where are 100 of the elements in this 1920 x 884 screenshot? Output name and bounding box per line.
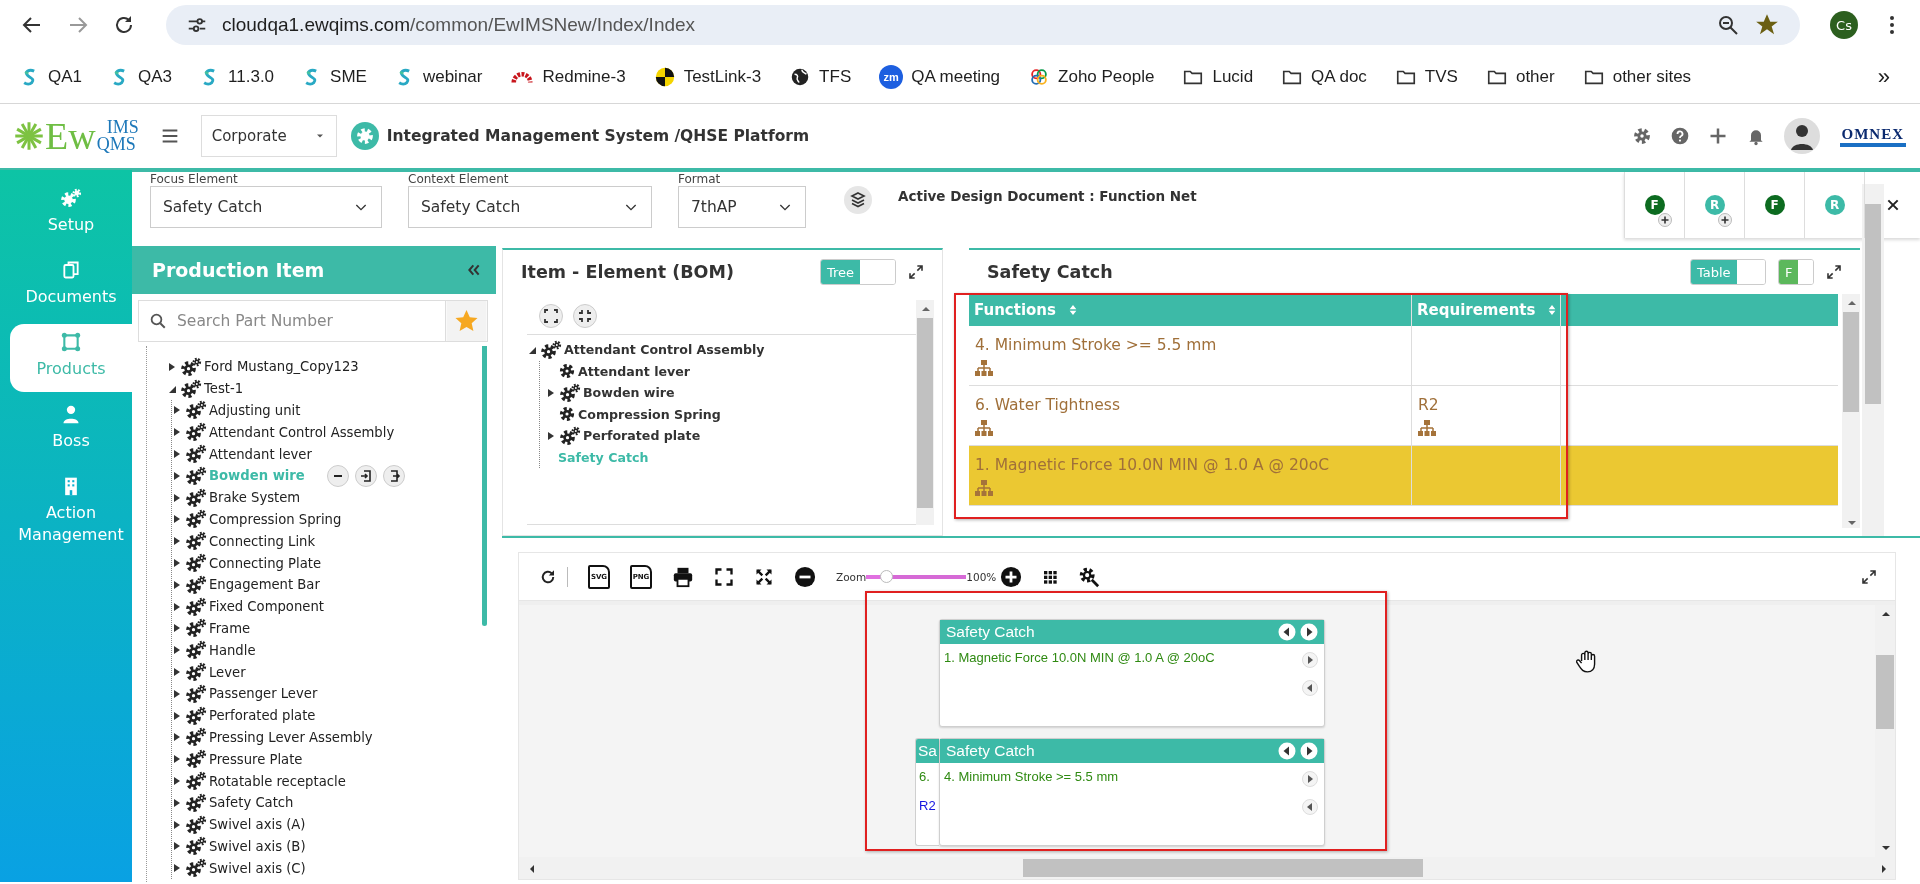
scroll-up-icon[interactable] [920,304,930,314]
expand-arrow-icon[interactable] [172,623,182,634]
diagram-card[interactable]: Sa 6. R2 [915,738,939,846]
tree-item[interactable]: Rotatable receptacle [209,773,346,789]
bookmark[interactable]: other sites [1582,65,1692,88]
bookmark[interactable]: QA doc [1281,65,1367,88]
expand-left-button[interactable] [1302,680,1318,696]
scroll-down-icon[interactable] [1880,843,1890,853]
scroll-up-icon[interactable] [1880,609,1890,619]
expand-right-button[interactable] [1302,771,1318,787]
scroll-right-icon[interactable] [1879,863,1889,873]
expand-arrow-icon[interactable] [172,710,182,721]
settings-icon[interactable] [1631,126,1652,146]
tree-item[interactable]: Handle [209,642,256,658]
table-row[interactable]: 4. Minimum Stroke >= 5.5 mm [969,326,1838,386]
bookmark[interactable]: TVS [1394,65,1458,88]
bookmark[interactable]: 11.3.0 [200,65,275,88]
scrollbar-thumb[interactable] [1876,655,1894,729]
profile-avatar[interactable]: Cs [1830,11,1858,39]
site-dropdown[interactable]: Corporate [200,115,337,157]
tree-item[interactable]: Attendant lever [209,446,312,462]
expand-arrow-icon[interactable] [172,688,182,699]
expand-arrow-icon[interactable] [172,427,182,438]
tree-item[interactable]: Compression Spring [578,406,721,422]
tree-item[interactable]: Attendant lever [578,363,690,379]
bookmark[interactable]: zm QA meeting [879,64,1001,89]
expand-arrow-icon[interactable] [172,754,182,765]
tree-item[interactable]: Compression Spring [209,511,342,527]
zoom-settings-icon[interactable] [1078,565,1101,588]
tree-item[interactable]: Lever [209,664,246,680]
next-button[interactable] [1300,742,1318,760]
scrollbar[interactable] [1862,184,1884,536]
import-button[interactable] [354,464,377,487]
remove-button[interactable] [326,464,349,487]
export-button[interactable] [382,464,405,487]
tree-item[interactable]: Connecting Link [209,533,316,549]
scrollbar[interactable] [519,857,1895,879]
zoom-in-icon[interactable] [1000,565,1023,588]
tree-item[interactable]: Brake System [209,490,301,506]
tree-item[interactable]: Connecting Plate [209,555,322,571]
layers-button[interactable] [844,186,872,214]
tree-item[interactable]: Attendant Control Assembly [564,342,765,358]
expand-all-button[interactable] [539,304,563,328]
expand-arrow-icon[interactable] [172,492,182,503]
bookmark[interactable]: Redmine-3 [510,65,626,88]
tree-item[interactable]: Swivel axis (C) [209,860,306,876]
bookmark[interactable]: Lucid [1182,65,1254,88]
expand-arrow-icon[interactable] [546,387,556,398]
search-field[interactable]: Search Part Number [175,311,395,331]
expand-left-button[interactable] [1302,799,1318,815]
tree-item[interactable]: Frame [209,620,251,636]
zoom-out-icon[interactable] [794,565,816,588]
bookmark[interactable]: SME [302,65,367,88]
hierarchy-icon[interactable] [1418,419,1436,436]
tree-item[interactable]: Test-1 [204,381,244,397]
select-field[interactable]: 7thAP [678,186,806,228]
scrollbar-thumb[interactable] [482,346,487,626]
bookmark[interactable]: TestLink-3 [653,65,762,88]
expand-arrow-icon[interactable] [172,667,182,678]
view-toggle-button[interactable]: F [1744,172,1804,238]
expand-arrow-icon[interactable] [172,558,182,569]
expand-arrow-icon[interactable] [172,470,182,481]
bookmark[interactable]: QA3 [110,65,173,88]
expand-arrow-icon[interactable] [172,536,182,547]
expand-arrow-icon[interactable] [172,449,182,460]
expand-icon[interactable] [1826,264,1842,280]
expand-right-button[interactable] [1302,652,1318,668]
expand-arrow-icon[interactable] [167,361,177,372]
expand-icon[interactable] [1861,568,1877,585]
expand-arrow-icon[interactable] [172,732,182,743]
expand-arrow-icon[interactable] [172,579,182,590]
bookmark[interactable]: webinar [394,65,483,88]
bookmark[interactable]: other [1485,65,1555,88]
expand-arrow-icon[interactable] [172,819,182,830]
fullscreen-icon[interactable] [714,566,734,587]
expand-arrow-icon[interactable] [172,841,182,852]
help-icon[interactable] [1669,126,1690,146]
tree-item[interactable]: Swivel axis (A) [209,817,306,833]
tree-item[interactable]: Ford Mustang_Copy123 [204,359,359,375]
collapse-all-button[interactable] [573,304,597,328]
scrollbar-thumb[interactable] [1843,312,1859,412]
expand-icon[interactable] [908,264,924,280]
address-bar[interactable]: cloudqa1.ewqims.com/common/EwIMSNew/Index/Index [166,5,1800,45]
bookmark[interactable]: QA1 [20,65,83,88]
expand-arrow-icon[interactable] [172,797,182,808]
tree-item[interactable]: Adjusting unit [209,403,301,418]
table-row[interactable]: 6. Water Tightness R2 [969,386,1838,446]
scroll-down-icon[interactable] [1846,518,1856,528]
next-button[interactable] [1300,623,1318,641]
hierarchy-icon[interactable] [975,479,993,496]
view-toggle-button[interactable]: F [1624,172,1684,238]
hierarchy-icon[interactable] [975,419,993,436]
expand-arrow-icon[interactable] [172,863,182,874]
expand-arrow-icon[interactable] [546,430,556,441]
scrollbar-thumb[interactable] [1023,859,1423,877]
tree-item[interactable]: Safety Catch [209,795,294,811]
scrollbar[interactable] [1842,294,1860,528]
diagram-card[interactable]: Safety Catch 4. Minimum Stroke >= 5.5 mm [939,738,1325,846]
expand-arrow-icon[interactable] [172,776,182,787]
hierarchy-icon[interactable] [975,359,993,376]
